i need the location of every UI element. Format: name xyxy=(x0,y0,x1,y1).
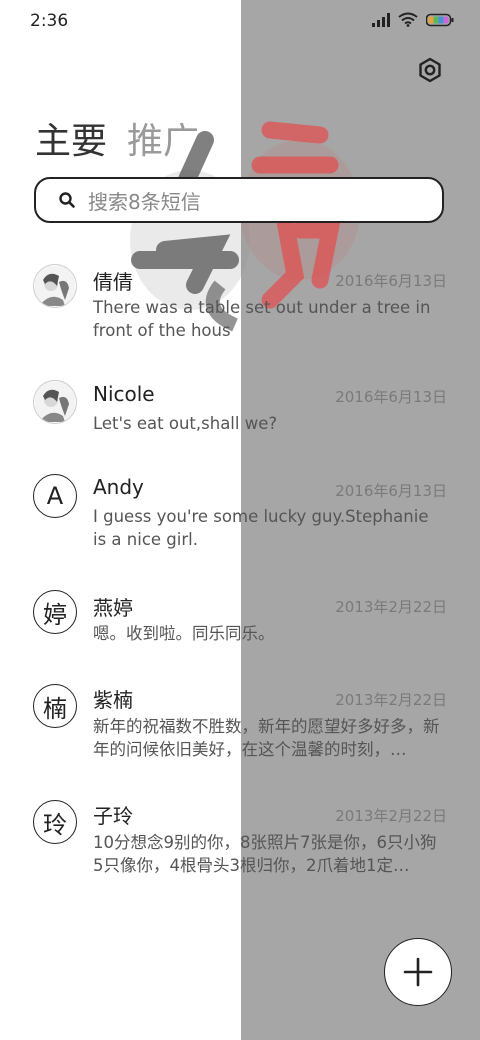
avatar xyxy=(33,264,77,308)
gear-icon xyxy=(419,57,441,83)
wifi-icon xyxy=(398,12,418,27)
conversation-date: 2016年6月13日 xyxy=(335,388,447,406)
conversation-date: 2016年6月13日 xyxy=(335,482,447,500)
conversation-name: 紫楠 xyxy=(93,688,133,712)
conversation-preview: Let's eat out,shall we? xyxy=(93,414,278,433)
conversation-name: 子玲 xyxy=(93,804,133,828)
conversation-preview: There was a table set out under a tree i… xyxy=(93,298,431,340)
avatar-photo xyxy=(35,266,75,306)
conversation-preview: I guess you're some lucky guy.Stephanie … xyxy=(93,507,429,549)
tab-promotions[interactable]: 推广 xyxy=(127,112,199,164)
compose-button[interactable] xyxy=(384,938,452,1006)
tab-main[interactable]: 主要 xyxy=(35,112,107,164)
conversation-date: 2013年2月22日 xyxy=(335,691,447,709)
avatar: 婷 xyxy=(33,590,77,634)
avatar-photo xyxy=(35,382,75,422)
search-input[interactable]: 搜索8条短信 xyxy=(34,177,444,223)
status-time: 2:36 xyxy=(30,11,69,31)
tab-bar: 主要 推广 xyxy=(35,112,199,164)
avatar xyxy=(33,380,77,424)
conversation-date: 2013年2月22日 xyxy=(335,598,447,616)
avatar: A xyxy=(33,474,77,518)
status-icons xyxy=(372,12,454,27)
conversation-date: 2016年6月13日 xyxy=(335,272,447,290)
avatar: 玲 xyxy=(33,800,77,844)
battery-icon xyxy=(426,13,454,26)
conversation-preview: 嗯。收到啦。同乐同乐。 xyxy=(93,624,275,643)
conversation-preview: 新年的祝福数不胜数，新年的愿望好多好多，新年的问候依旧美好，在这个温馨的时刻，… xyxy=(93,717,440,759)
conversation-name: 倩倩 xyxy=(93,270,133,294)
plus-icon xyxy=(403,957,433,987)
search-placeholder: 搜索8条短信 xyxy=(88,189,201,214)
settings-button[interactable] xyxy=(414,54,446,86)
conversation-name: Nicole xyxy=(93,382,155,406)
search-icon xyxy=(59,192,75,208)
conversation-name: 燕婷 xyxy=(93,596,133,620)
signal-icon xyxy=(372,12,390,27)
conversation-date: 2013年2月22日 xyxy=(335,807,447,825)
avatar: 楠 xyxy=(33,684,77,728)
conversation-name: Andy xyxy=(93,475,144,499)
conversation-preview: 10分想念9别的你，8张照片7张是你，6只小狗5只像你，4根骨头3根归你，2爪着… xyxy=(93,833,437,875)
status-bar: 2:36 xyxy=(0,0,480,40)
